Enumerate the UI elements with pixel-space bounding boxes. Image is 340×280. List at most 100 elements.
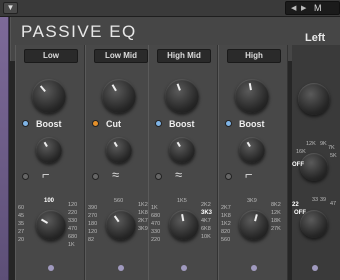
knob-indicator <box>113 215 120 223</box>
band-label[interactable]: High Mid <box>157 49 211 63</box>
frequency-scale-label: 390 <box>88 205 98 211</box>
shape-led[interactable] <box>155 173 162 180</box>
shape-knob[interactable] <box>169 137 195 163</box>
mode-label: Cut <box>106 119 121 129</box>
frequency-scale-label: 8K2 <box>271 202 281 208</box>
band-indicator-dot <box>118 265 124 271</box>
frequency-scale-label: 3K9 <box>247 198 257 204</box>
band-indicator-dot <box>312 265 318 271</box>
band-indicator-dot <box>181 265 187 271</box>
right-section: OFF 12K 9K 7K 16K 5K 33 39 47 22 OFF <box>292 45 340 280</box>
frequency-knob[interactable] <box>106 210 136 240</box>
frequency-knob[interactable] <box>36 210 66 240</box>
off-label: OFF <box>292 162 304 168</box>
knob-indicator <box>181 213 185 222</box>
knob-indicator <box>40 218 49 224</box>
frequency-scale-label: 3K9 <box>138 226 148 232</box>
band-label[interactable]: Low <box>24 49 78 63</box>
shape-led[interactable] <box>225 173 232 180</box>
band-high: High Boost ⌐ 3K9 2K7 1K8 1K2 820 560 8K2 12K 18K 27K <box>218 45 288 280</box>
frequency-scale-label: 33 <box>312 197 319 203</box>
knob-indicator <box>246 141 251 148</box>
output-knob[interactable] <box>298 83 330 115</box>
hp-frequency-knob[interactable] <box>300 153 328 181</box>
shape-knob[interactable] <box>239 137 265 163</box>
gain-knob[interactable] <box>32 79 66 113</box>
mode-led[interactable] <box>155 120 162 127</box>
frequency-scale-label: 12K <box>271 210 281 216</box>
frequency-scale-label: 680 <box>151 213 161 219</box>
knob-indicator <box>111 84 117 92</box>
frequency-scale-label: 1K5 <box>177 198 187 204</box>
frequency-scale-label: 120 <box>68 202 78 208</box>
mode-label: Boost <box>169 119 195 129</box>
mode-label: Boost <box>36 119 62 129</box>
frequency-scale-label: 18K <box>271 218 281 224</box>
frequency-scale-label: 45 <box>18 213 25 219</box>
frequency-scale-label: 7K <box>328 145 335 151</box>
frequency-scale-label: 27K <box>271 226 281 232</box>
frequency-scale-label: 270 <box>88 213 98 219</box>
frequency-scale-label: 1K2 <box>138 202 148 208</box>
filter-shape-icon: ⌐ <box>42 167 50 182</box>
mode-led[interactable] <box>225 120 232 127</box>
frequency-scale-label: 4K7 <box>201 218 211 224</box>
host-toolbar: ▼ ◀ ▶ M <box>0 0 340 17</box>
off-label: OFF <box>294 210 306 216</box>
frequency-scale-label: 330 <box>68 218 78 224</box>
filter-shape-icon: ≈ <box>112 167 120 182</box>
side-accent-strip <box>0 17 9 280</box>
frequency-knob[interactable] <box>169 210 199 240</box>
gain-knob[interactable] <box>165 79 199 113</box>
knob-indicator <box>254 214 258 222</box>
band-low: Low Boost ⌐ 100 60 45 35 27 20 120 220 330 470 680 1K <box>15 45 85 280</box>
knob-indicator <box>176 141 181 148</box>
frequency-scale-label: 470 <box>151 221 161 227</box>
frequency-scale-label: 1K <box>68 242 75 248</box>
knob-indicator <box>113 141 118 148</box>
frequency-scale-label: 47 <box>330 201 337 207</box>
frequency-scale-label: 560 <box>114 198 124 204</box>
gain-knob[interactable] <box>235 79 269 113</box>
frequency-scale-label: 560 <box>221 237 231 243</box>
frequency-scale-label: 120 <box>88 229 98 235</box>
frequency-scale-label: 1K <box>151 205 158 211</box>
preset-prev-icon[interactable]: ◀ <box>291 4 296 12</box>
frequency-scale-label: 5K <box>330 153 337 159</box>
mode-led[interactable] <box>22 120 29 127</box>
filter-shape-icon: ≈ <box>175 167 183 182</box>
band-low-mid: Low Mid Cut ≈560 390 270 180 120 82 1K2 1K8 2K7 3K9 <box>85 45 155 280</box>
collapse-button[interactable]: ▼ <box>3 2 18 14</box>
mode-led[interactable] <box>92 120 99 127</box>
frequency-scale-label: 220 <box>68 210 78 216</box>
knob-indicator <box>39 85 46 93</box>
frequency-scale-label: 2K2 <box>201 202 211 208</box>
band-indicator-dot <box>251 265 257 271</box>
shape-led[interactable] <box>22 173 29 180</box>
shape-knob[interactable] <box>36 137 62 163</box>
frequency-scale-label: 12K <box>306 141 316 147</box>
frequency-scale-label: 220 <box>151 237 161 243</box>
band-label[interactable]: Low Mid <box>94 49 148 63</box>
shape-led[interactable] <box>92 173 99 180</box>
preset-next-icon[interactable]: ▶ <box>301 4 306 12</box>
frequency-scale-label: 10K <box>201 234 211 240</box>
frequency-knob[interactable] <box>239 210 269 240</box>
frequency-scale-label: 470 <box>68 226 78 232</box>
shape-knob[interactable] <box>106 137 132 163</box>
gain-knob[interactable] <box>102 79 136 113</box>
frequency-scale-label: 3K3 <box>201 210 213 216</box>
frequency-scale-label: 100 <box>44 198 55 204</box>
frequency-scale-label: 2K7 <box>138 218 148 224</box>
frequency-scale-label: 1K2 <box>221 221 231 227</box>
knob-indicator <box>248 83 252 91</box>
frequency-scale-label: 2K7 <box>221 205 231 211</box>
frequency-scale-label: 82 <box>88 237 95 243</box>
frequency-scale-label: 9K <box>320 141 327 147</box>
filter-shape-icon: ⌐ <box>245 167 253 182</box>
preset-selector[interactable]: ◀ ▶ M <box>285 1 340 15</box>
preset-name: M <box>314 3 322 13</box>
frequency-scale-label: 22 <box>292 202 299 208</box>
knob-indicator <box>43 141 48 148</box>
band-label[interactable]: High <box>227 49 281 63</box>
